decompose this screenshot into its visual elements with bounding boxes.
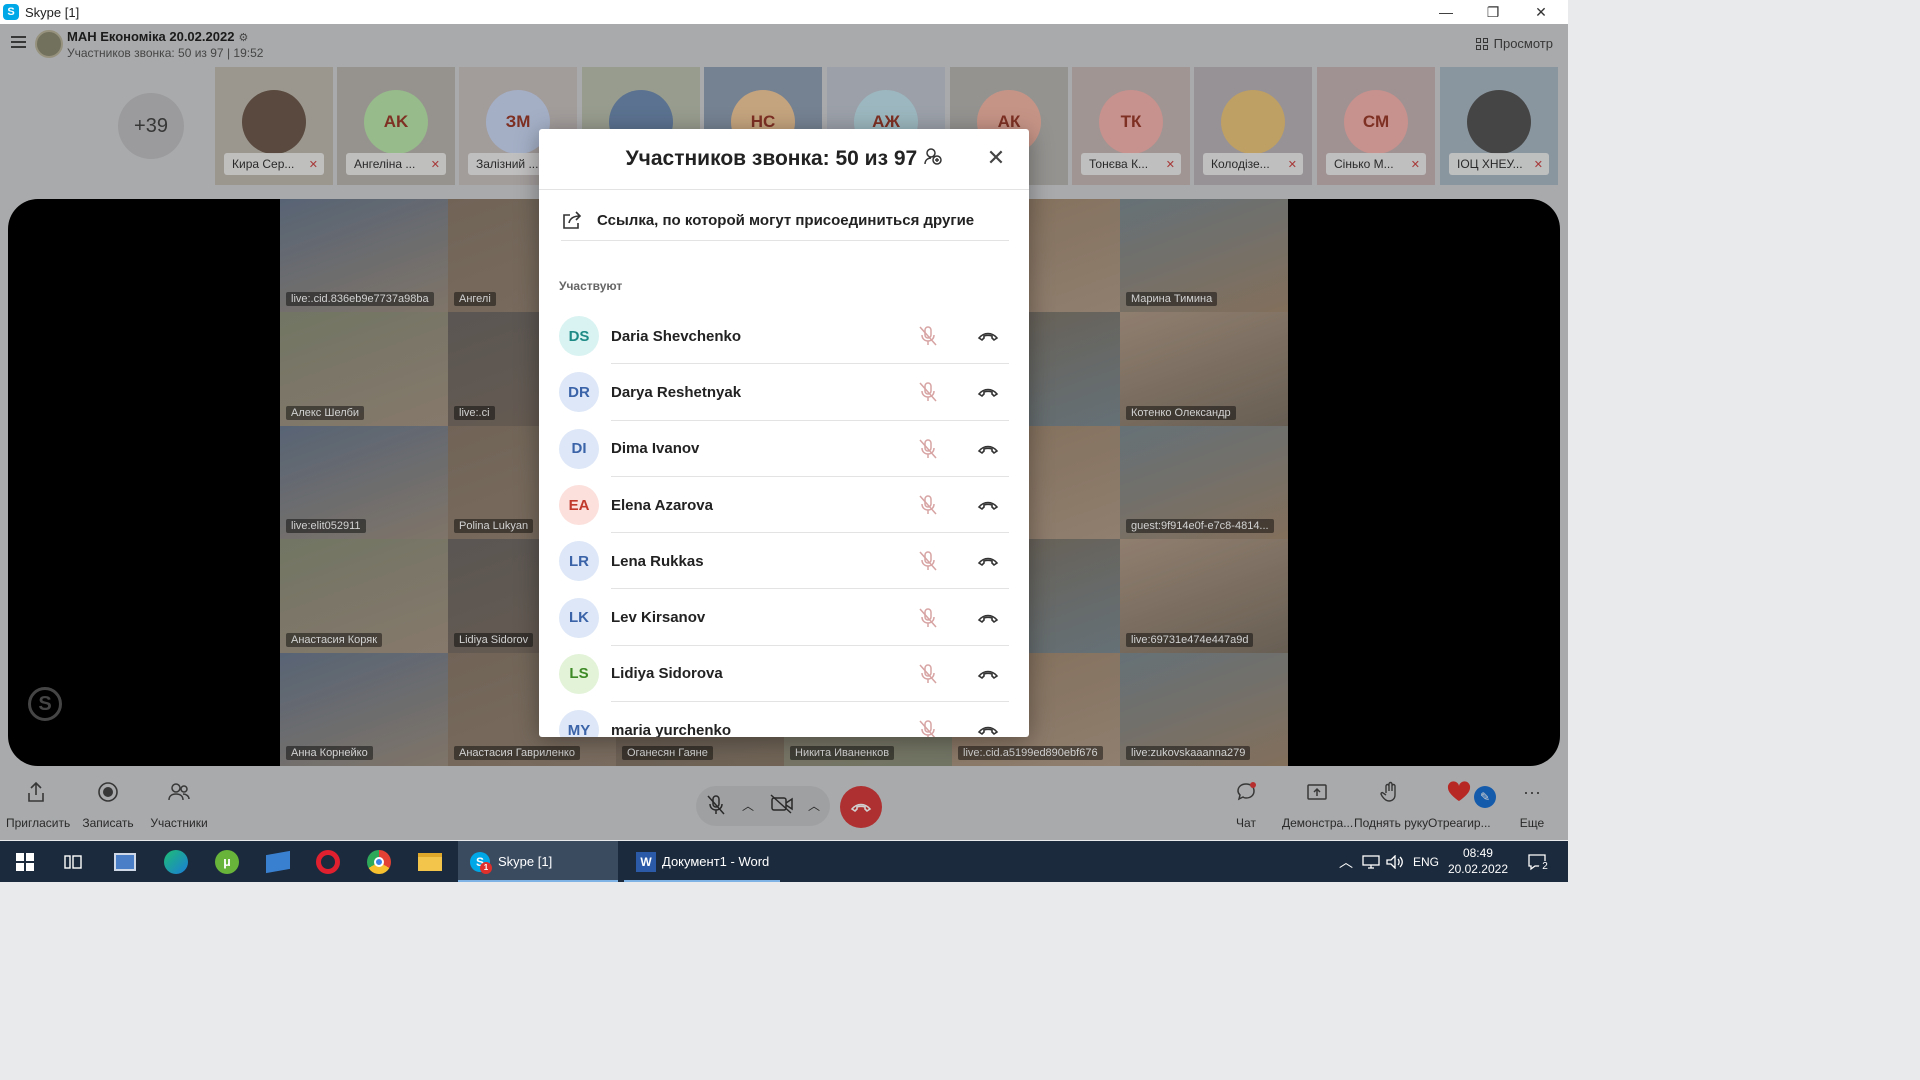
participant-row[interactable]: MY maria yurchenko [559,702,1009,737]
mic-muted-icon[interactable] [917,607,939,629]
hang-up-participant-icon[interactable] [977,325,999,347]
hang-up-participant-icon[interactable] [977,494,999,516]
clock[interactable]: 08:49 20.02.2022 [1448,845,1508,877]
volume-icon[interactable] [1384,841,1406,882]
computer-app-icon[interactable] [110,841,140,882]
language-indicator[interactable]: ENG [1410,841,1442,882]
add-person-icon[interactable] [920,148,943,169]
network-icon[interactable] [1360,841,1382,882]
hang-up-participant-icon[interactable] [977,719,999,737]
word-task-label: Документ1 - Word [662,854,770,869]
divider [539,189,1029,190]
hang-up-participant-icon[interactable] [977,381,999,403]
participant-row[interactable]: LK Lev Kirsanov [559,589,1009,646]
participant-avatar: LK [559,597,599,638]
participant-row[interactable]: LR Lena Rukkas [559,533,1009,590]
hang-up-participant-icon[interactable] [977,607,999,629]
participant-name: Lena Rukkas [611,552,704,570]
app-icon[interactable] [263,841,293,882]
participant-name: Dima Ivanov [611,440,700,458]
window-title: Skype [1] [25,4,80,20]
mic-muted-icon[interactable] [917,663,939,685]
participant-list: DS Daria Shevchenko DR Darya Reshetnyak DI Di… [559,308,1009,737]
hang-up-participant-icon[interactable] [977,438,999,460]
file-explorer-icon[interactable] [415,841,445,882]
participant-avatar: LR [559,541,599,582]
windows-start-icon[interactable] [12,841,38,882]
hang-up-participant-icon[interactable] [977,663,999,685]
participant-name: maria yurchenko [611,721,732,737]
dialog-title-text: Участников звонка: 50 из 97 [625,147,918,170]
clock-time: 08:49 [1462,846,1493,860]
minimize-button[interactable]: — [1423,0,1469,24]
participant-name: Daria Shevchenko [611,327,742,345]
participant-avatar: DS [559,316,599,357]
utorrent-icon[interactable]: µ [212,841,242,882]
share-link-label: Ссылка, по которой могут присоединиться … [597,212,975,229]
participant-row[interactable]: DS Daria Shevchenko [559,308,1009,365]
share-link-icon [561,210,583,231]
mic-muted-icon[interactable] [917,325,939,347]
participant-row[interactable]: EA Elena Azarova [559,477,1009,534]
participant-name: Lev Kirsanov [611,609,706,627]
word-icon: W [636,851,656,872]
taskbar-skype[interactable]: S1 Skype [1] [458,841,618,882]
participant-name: Elena Azarova [611,496,713,514]
mic-muted-icon[interactable] [917,494,939,516]
participant-avatar: EA [559,485,599,526]
notifications-icon[interactable]: 2 [1522,841,1552,882]
opera-icon[interactable] [313,841,343,882]
participant-row[interactable]: DI Dima Ivanov [559,421,1009,477]
close-dialog-button[interactable]: ✕ [985,147,1007,169]
participant-row[interactable]: LS Lidiya Sidorova [559,646,1009,703]
tray-chevron-icon[interactable]: ︿ [1336,841,1356,882]
participant-name: Lidiya Sidorova [611,665,723,683]
clock-date: 20.02.2022 [1447,862,1508,876]
mic-muted-icon[interactable] [917,438,939,460]
windows-taskbar: µ S1 Skype [1] W Документ1 - Word ︿ ENG … [0,841,1568,882]
mic-muted-icon[interactable] [917,381,939,403]
restore-button[interactable]: ❐ [1470,0,1516,24]
notification-count: 2 [1539,861,1551,873]
skype-app-icon: S [3,4,19,20]
edge-browser-icon[interactable] [161,841,191,882]
mic-muted-icon[interactable] [917,719,939,737]
task-view-icon[interactable] [60,841,86,882]
mic-muted-icon[interactable] [917,550,939,572]
participants-dialog: Участников звонка: 50 из 97 ✕ Ссылка, по… [539,129,1029,737]
skype-task-label: Skype [1] [498,854,553,869]
participant-avatar: MY [559,710,599,737]
window-titlebar: S Skype [1] — ❐ ✕ [0,0,1568,24]
participant-row[interactable]: DR Darya Reshetnyak [559,364,1009,421]
share-link-button[interactable]: Ссылка, по которой могут присоединиться … [561,201,1009,241]
participant-avatar: DI [559,428,599,469]
hang-up-participant-icon[interactable] [977,550,999,572]
section-label: Участвуют [559,279,623,293]
participant-avatar: LS [559,653,599,694]
taskbar-word[interactable]: W Документ1 - Word [624,841,780,882]
dialog-title: Участников звонка: 50 из 97 [539,147,1029,171]
skype-taskbar-icon: S1 [470,851,492,874]
participant-avatar: DR [559,372,599,413]
close-window-button[interactable]: ✕ [1518,0,1564,24]
participant-name: Darya Reshetnyak [611,383,742,401]
chrome-icon[interactable] [364,841,394,882]
